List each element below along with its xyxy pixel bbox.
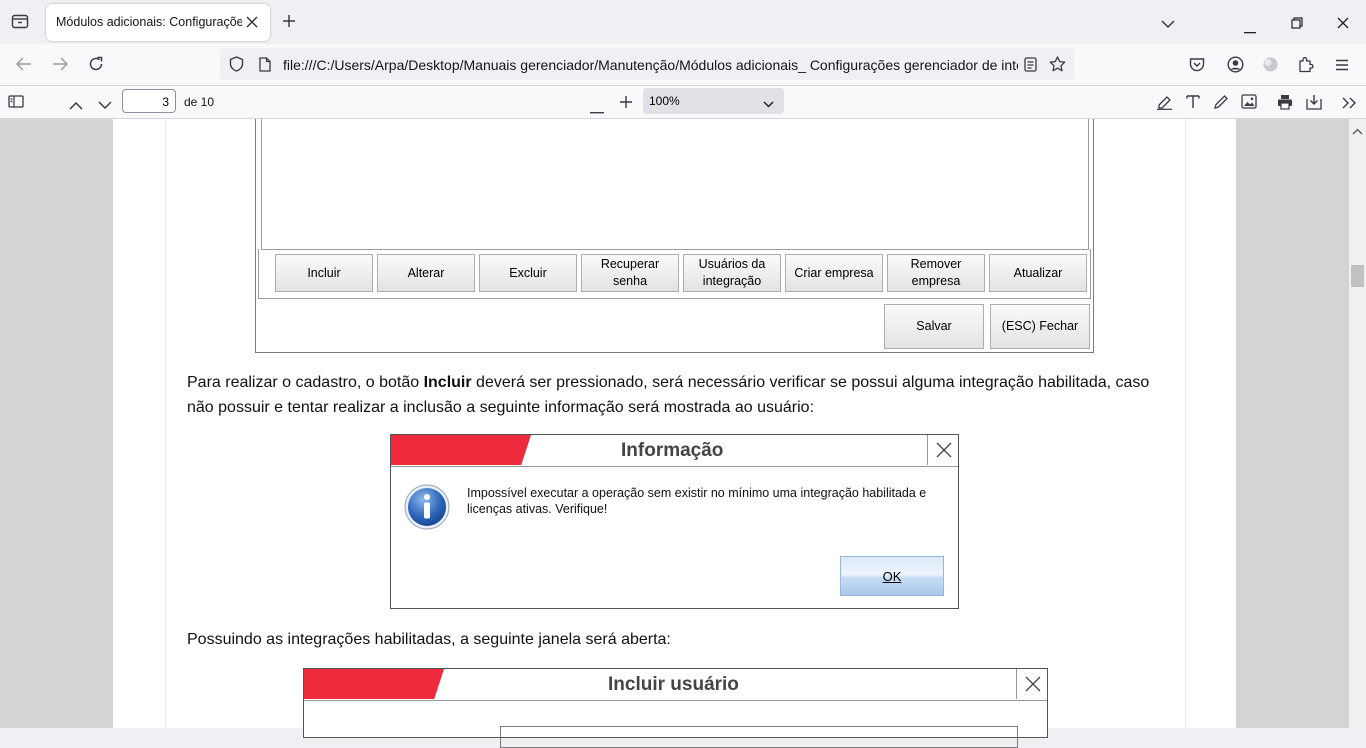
shield-icon[interactable]: [229, 56, 244, 77]
dialog-field-top: [500, 726, 1018, 748]
button-label: Atualizar: [1013, 265, 1063, 280]
restore-icon[interactable]: [1291, 16, 1303, 34]
url-text[interactable]: file:///C:/Users/Arpa/Desktop/Manuais ge…: [283, 57, 1018, 73]
scroll-up-arrow-icon[interactable]: [1352, 122, 1363, 140]
recuperar-senha-button[interactable]: Recuperar senha: [581, 254, 679, 292]
browser-tab[interactable]: Módulos adicionais: Configurações: [46, 4, 270, 41]
paragraph: Para realizar o cadastro, o botão Inclui…: [187, 370, 1157, 420]
dialog-title: Informação: [621, 440, 724, 461]
list-all-tabs-icon[interactable]: [11, 13, 29, 33]
button-label: (ESC) Fechar: [1001, 319, 1079, 333]
reload-icon[interactable]: [88, 56, 104, 77]
button-label-line1: Usuários da: [698, 257, 766, 271]
zoom-out-icon[interactable]: [590, 101, 604, 119]
back-icon[interactable]: [15, 57, 32, 76]
close-icon[interactable]: [1016, 669, 1048, 699]
account-icon[interactable]: [1227, 56, 1244, 78]
page-number-input[interactable]: 3: [122, 89, 176, 113]
dialog-titlebar: Incluir usuário: [304, 669, 1047, 701]
page-icon[interactable]: [259, 57, 271, 77]
message-line: Impossível executar a operação sem exist…: [467, 486, 927, 500]
close-window-icon[interactable]: [1337, 16, 1349, 34]
scrollbar[interactable]: [1349, 119, 1366, 728]
pocket-icon[interactable]: [1189, 57, 1205, 77]
usuarios-integracao-button[interactable]: Usuários da integração: [683, 254, 781, 292]
button-label: Salvar: [916, 319, 952, 333]
navigation-bar: file:///C:/Users/Arpa/Desktop/Manuais ge…: [0, 44, 1366, 86]
button-label: Criar empresa: [794, 265, 874, 280]
salvar-button[interactable]: Salvar: [884, 304, 984, 349]
criar-empresa-button[interactable]: Criar empresa: [785, 254, 883, 292]
button-label-line2: senha: [612, 274, 648, 288]
info-icon: [403, 483, 451, 536]
menu-icon[interactable]: [1335, 58, 1349, 76]
paragraph: Possuindo as integrações habilitadas, a …: [187, 631, 671, 648]
previous-page-icon[interactable]: [69, 97, 83, 115]
alterar-button[interactable]: Alterar: [377, 254, 475, 292]
user-list-area: [261, 119, 1089, 250]
paragraph-text: Para realizar o cadastro, o botão: [187, 374, 424, 391]
dialog-message: Impossível executar a operação sem exist…: [467, 485, 947, 517]
excluir-button[interactable]: Excluir: [479, 254, 577, 292]
button-label: Incluir: [307, 265, 341, 280]
esc-fechar-button[interactable]: (ESC) Fechar: [990, 304, 1090, 349]
zoom-select[interactable]: 100%: [643, 88, 784, 114]
reader-view-icon[interactable]: [1024, 57, 1037, 77]
tab-list-chevron-icon[interactable]: [1161, 16, 1175, 34]
sidebar-toggle-icon[interactable]: [8, 95, 24, 113]
atualizar-button[interactable]: Atualizar: [989, 254, 1087, 292]
paragraph-bold: Incluir: [423, 374, 472, 391]
extensions-puzzle-icon[interactable]: [1298, 56, 1314, 78]
dialog-title: Incluir usuário: [608, 674, 739, 695]
red-title-accent: [391, 435, 531, 465]
extension-icon[interactable]: [1262, 56, 1279, 78]
button-label-line2: integração: [702, 274, 762, 288]
chevron-down-icon: [763, 97, 774, 111]
new-tab-icon[interactable]: [282, 14, 296, 33]
tab-bar: Módulos adicionais: Configurações: [0, 0, 1366, 44]
ok-button[interactable]: OK: [840, 556, 944, 596]
highlight-icon[interactable]: [1156, 94, 1173, 115]
button-label: OK: [882, 568, 902, 584]
pdf-viewer[interactable]: Incluir Alterar Excluir Recuperar senha U…: [0, 119, 1366, 748]
incluir-button[interactable]: Incluir: [275, 254, 373, 292]
red-title-accent: [304, 669, 444, 699]
close-tab-icon[interactable]: [246, 13, 258, 32]
draw-icon[interactable]: [1213, 94, 1229, 115]
text-tool-icon[interactable]: [1186, 94, 1200, 114]
button-label-line2: empresa: [911, 274, 961, 288]
page-total: de 10: [184, 95, 215, 109]
remover-empresa-button[interactable]: Remover empresa: [887, 254, 985, 292]
button-label-line1: Remover: [910, 257, 962, 271]
minimize-icon[interactable]: [1244, 21, 1256, 39]
next-page-icon[interactable]: [98, 97, 112, 115]
button-label: Alterar: [407, 265, 445, 280]
forward-icon[interactable]: [52, 57, 69, 76]
button-label: Excluir: [509, 265, 547, 280]
close-icon[interactable]: [927, 435, 959, 465]
message-line: licenças ativas. Verifique!: [467, 502, 608, 516]
dialog-titlebar: Informação: [391, 435, 958, 467]
scrollbar-thumb[interactable]: [1351, 265, 1364, 287]
zoom-value: 100%: [649, 94, 680, 108]
print-icon[interactable]: [1277, 94, 1293, 115]
button-label-line1: Recuperar: [600, 257, 660, 271]
pdf-toolbar: 3 de 10 100%: [0, 86, 1366, 119]
bookmark-star-icon[interactable]: [1049, 56, 1066, 77]
image-icon[interactable]: [1241, 94, 1257, 114]
tab-title: Módulos adicionais: Configurações: [56, 15, 242, 29]
save-pdf-icon[interactable]: [1306, 94, 1322, 115]
information-dialog: Informação Impossível executar a operaçã…: [390, 434, 959, 609]
more-tools-icon[interactable]: [1342, 96, 1357, 114]
address-bar[interactable]: file:///C:/Users/Arpa/Desktop/Manuais ge…: [220, 48, 1074, 80]
zoom-in-icon[interactable]: [619, 95, 633, 114]
